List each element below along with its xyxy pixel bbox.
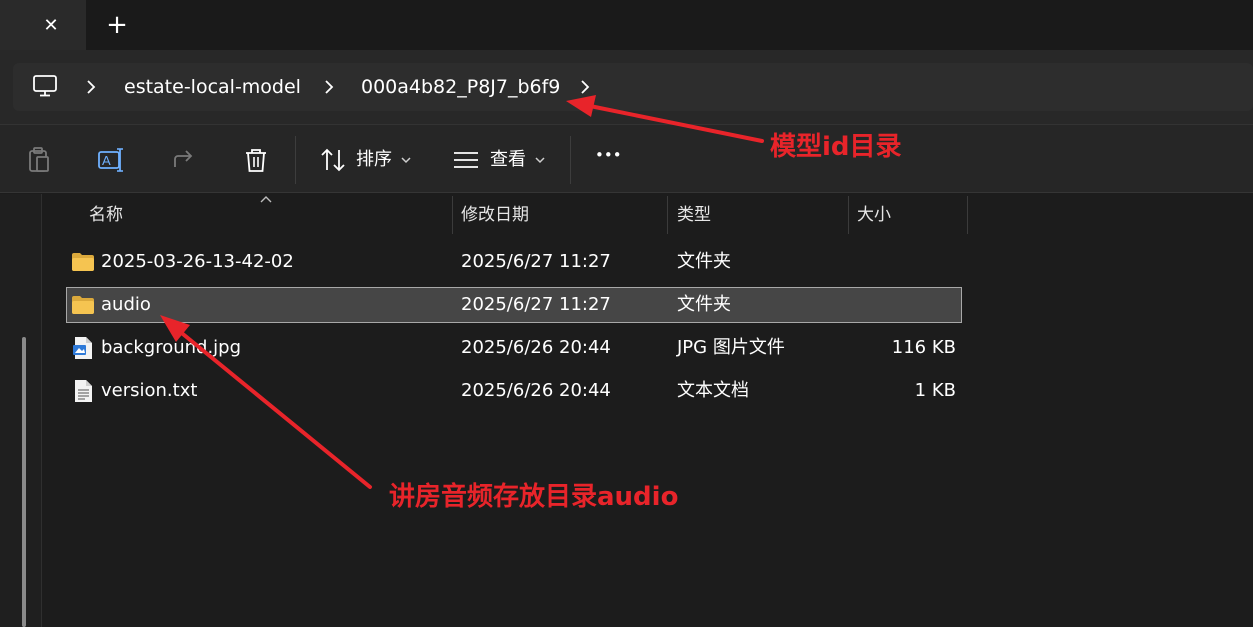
column-resize-handle[interactable]: [452, 196, 453, 234]
file-name: background.jpg: [101, 337, 242, 358]
annotation-label-audio-dir: 讲房音频存放目录audio: [389, 482, 679, 512]
column-header-modified[interactable]: 修改日期: [461, 203, 529, 227]
text-file-icon: [75, 380, 92, 402]
column-header-type[interactable]: 类型: [677, 203, 711, 227]
toolbar-separator: [295, 136, 296, 184]
column-resize-handle[interactable]: [967, 196, 968, 234]
close-tab-button[interactable]: ✕: [34, 8, 68, 42]
file-modified: 2025/6/26 20:44: [461, 380, 611, 401]
breadcrumb-chevron-icon[interactable]: [322, 78, 336, 96]
file-type: 文件夹: [677, 294, 731, 315]
svg-text:A: A: [102, 153, 111, 168]
computer-icon[interactable]: [32, 74, 58, 98]
sort-ascending-icon: [260, 196, 272, 203]
delete-icon[interactable]: [241, 145, 271, 175]
file-size: 116 KB: [891, 337, 956, 358]
file-modified: 2025/6/26 20:44: [461, 337, 611, 358]
annotation-label-model-dir: 模型id目录: [770, 132, 902, 162]
view-icon: [454, 152, 478, 168]
file-name: version.txt: [101, 380, 198, 401]
share-icon[interactable]: [170, 145, 200, 175]
nav-scrollbar-thumb[interactable]: [22, 337, 26, 627]
navigation-pane: [0, 194, 42, 627]
file-type: 文件夹: [677, 251, 731, 272]
file-modified: 2025/6/27 11:27: [461, 294, 611, 315]
plus-icon: +: [106, 10, 128, 40]
breadcrumb-chevron-icon[interactable]: [84, 78, 98, 96]
toolbar-separator: [570, 136, 571, 184]
folder-icon: [72, 296, 94, 314]
paste-icon[interactable]: [24, 145, 54, 175]
breadcrumb-estate-local-model[interactable]: estate-local-model: [124, 74, 301, 100]
tab-bar: [0, 0, 1253, 50]
chevron-down-icon: [401, 157, 411, 164]
column-header-size[interactable]: 大小: [857, 203, 891, 227]
column-resize-handle[interactable]: [667, 196, 668, 234]
rename-icon[interactable]: A: [96, 145, 126, 175]
file-type: 文本文档: [677, 380, 749, 401]
column-resize-handle[interactable]: [848, 196, 849, 234]
more-options-icon[interactable]: •••: [595, 146, 622, 164]
chevron-down-icon: [535, 157, 545, 164]
breadcrumb-chevron-icon[interactable]: [578, 78, 592, 96]
folder-icon: [72, 253, 94, 271]
file-size: 1 KB: [914, 380, 956, 401]
sort-label: 排序: [356, 149, 392, 170]
close-icon: ✕: [43, 14, 59, 36]
image-file-icon: [73, 337, 92, 359]
column-header-name[interactable]: 名称: [89, 203, 123, 227]
file-name: audio: [101, 294, 151, 315]
file-name: 2025-03-26-13-42-02: [101, 251, 294, 272]
file-type: JPG 图片文件: [677, 337, 785, 358]
breadcrumb-model-id-folder[interactable]: 000a4b82_P8J7_b6f9: [361, 74, 560, 100]
new-tab-button[interactable]: +: [100, 8, 134, 42]
pane-divider[interactable]: [41, 194, 42, 627]
view-label: 查看: [490, 149, 526, 170]
file-modified: 2025/6/27 11:27: [461, 251, 611, 272]
sort-icon: [321, 148, 345, 172]
